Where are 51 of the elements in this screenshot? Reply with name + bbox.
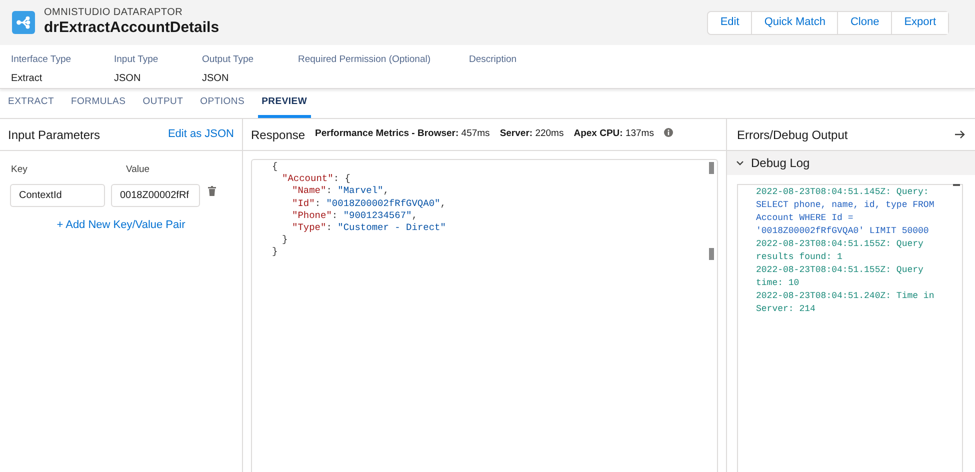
field-label: Interface Type (11, 53, 72, 67)
panel-title: Response (251, 126, 306, 144)
tab[interactable]: OUTPUT (138, 90, 188, 118)
code-line: "Account": { (281, 173, 350, 186)
field-value: JSON (114, 72, 142, 86)
code-line: { (272, 161, 278, 174)
code-editor[interactable]: { "Account": { "Name": "Marvel", "Id": "0018Z00002fRfGVQA0", "Phone": "9001234567", "Type": "Customer - Direct" } } (251, 159, 718, 472)
code-line: } (281, 234, 288, 246)
arrow-right-icon[interactable] (955, 130, 965, 139)
metric-label: Apex CPU: 137ms (574, 127, 654, 142)
log-entry: 2022-08-23T08:04:51.155Z: Query results found: 1 (756, 238, 924, 264)
field-value: JSON (202, 72, 230, 86)
code-line: } (272, 246, 278, 259)
code-line: "Type": "Customer - Direct" (291, 222, 446, 234)
info-icon (664, 128, 673, 136)
panel-title: Errors/Debug Output (737, 126, 848, 144)
column-label: Value (126, 163, 150, 177)
code-line: "Id": "0018Z00002fRfGVQA0", (291, 198, 446, 210)
panel-title: Input Parameters (8, 126, 100, 144)
section-header[interactable]: Debug Log (727, 151, 975, 175)
field-label: Description (469, 53, 518, 67)
action-button[interactable]: Export (891, 12, 948, 34)
delete-icon[interactable] (208, 186, 216, 196)
field-label: Required Permission (Optional) (298, 53, 432, 67)
log-entry: 2022-08-23T08:04:51.145Z: Query: SELECT phone, name, id, type FROM Account WHERE Id = '0018Z00002fRfGVQA0' LIMIT 50000 (756, 186, 936, 238)
metric-label: Performance Metrics - Browser: 457ms (315, 127, 490, 142)
field-label: Output Type (202, 53, 255, 67)
log-entry: 2022-08-23T08:04:51.155Z: Query time: 10 (756, 264, 924, 290)
field-label: Input Type (114, 53, 160, 67)
eyebrow-label: OMNISTUDIO DATARAPTOR (44, 6, 184, 20)
dataraptor-icon (12, 11, 35, 34)
code-line: "Phone": "9001234567", (291, 210, 418, 222)
column-label: Key (11, 163, 28, 177)
scrollbar-thumb[interactable] (709, 162, 714, 174)
tab[interactable]: EXTRACT (4, 90, 58, 118)
scrollbar-thumb[interactable] (709, 248, 714, 260)
tab[interactable]: OPTIONS (196, 90, 249, 118)
add-pair-link[interactable]: + Add New Key/Value Pair (56, 217, 186, 234)
tab[interactable]: FORMULAS (67, 90, 130, 118)
record-title: drExtractAccountDetails (44, 19, 220, 38)
input-field[interactable]: ContextId (10, 184, 105, 208)
input-field[interactable]: 0018Z00002fRf (111, 184, 200, 208)
scrollbar-thumb[interactable] (953, 184, 960, 186)
field-value: Extract (11, 72, 44, 86)
chevron-icon (736, 159, 744, 167)
tab[interactable]: PREVIEW (258, 90, 312, 118)
edit-json-link[interactable]: Edit as JSON (168, 126, 234, 143)
code-line: "Name": "Marvel", (291, 185, 389, 198)
log-entry: 2022-08-23T08:04:51.240Z: Time in Server: 214 (756, 290, 936, 316)
metric-label: Server: 220ms (500, 127, 564, 142)
section-title: Debug Log (751, 155, 810, 172)
